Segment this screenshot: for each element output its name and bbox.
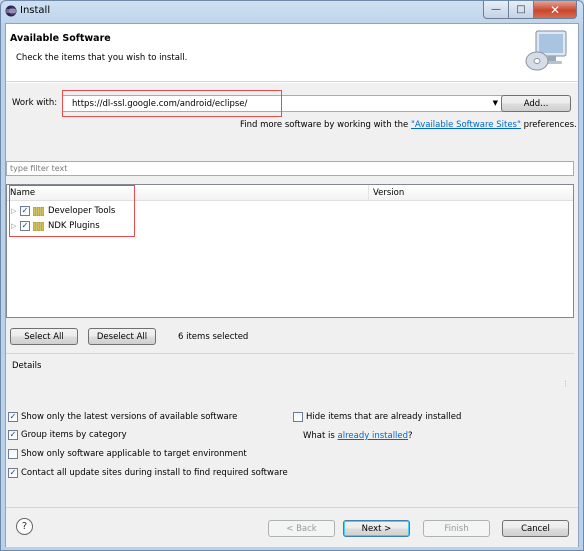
chevron-down-icon[interactable]: ▼ — [493, 99, 498, 107]
expand-icon[interactable]: ▷ — [11, 207, 20, 215]
details-section: Details ⋮ — [6, 353, 574, 389]
deselect-all-button[interactable]: Deselect All — [88, 328, 156, 345]
next-button[interactable]: Next > — [343, 520, 410, 537]
help-icon[interactable]: ? — [16, 518, 33, 535]
what-is-prefix: What is — [303, 431, 338, 441]
column-version[interactable]: Version — [373, 188, 404, 198]
back-button[interactable]: < Back — [268, 520, 335, 537]
add-site-button[interactable]: Add... — [501, 95, 571, 112]
tree-item-label: NDK Plugins — [48, 221, 100, 231]
column-name[interactable]: Name — [10, 188, 35, 198]
maximize-button[interactable]: □ — [509, 1, 534, 19]
category-icon — [33, 221, 44, 231]
find-more-prefix: Find more software by working with the — [240, 120, 411, 130]
what-is-suffix: ? — [408, 431, 413, 441]
option-group-by-category[interactable]: ✓ Group items by category — [8, 430, 127, 440]
window-title: Install — [20, 5, 51, 16]
page-title: Available Software — [10, 33, 111, 44]
checkbox-group-by-category[interactable]: ✓ — [8, 430, 18, 440]
dialog-client: Available Software Check the items that … — [5, 23, 579, 547]
option-label: Hide items that are already installed — [306, 412, 462, 422]
details-label: Details — [12, 361, 42, 371]
find-more-text: Find more software by working with the "… — [240, 120, 577, 130]
page-description: Check the items that you wish to install… — [16, 53, 188, 63]
already-installed-link[interactable]: already installed — [338, 431, 409, 441]
tree-item-developer-tools[interactable]: ▷ ✓ Developer Tools — [11, 204, 115, 218]
work-with-combo[interactable]: https://dl-ssl.google.com/android/eclips… — [62, 95, 503, 112]
available-software-sites-link[interactable]: "Available Software Sites" — [411, 120, 521, 130]
option-label: Contact all update sites during install … — [21, 468, 288, 478]
title-bar[interactable]: Install — □ ✕ — [1, 1, 583, 21]
dialog-footer: ? < Back Next > Finish Cancel — [6, 507, 578, 547]
find-more-suffix: preferences. — [520, 120, 577, 130]
window-controls: — □ ✕ — [483, 1, 577, 19]
what-is-installed-text: What is already installed? — [303, 431, 413, 441]
cancel-button[interactable]: Cancel — [502, 520, 569, 537]
option-label: Show only the latest versions of availab… — [21, 412, 238, 422]
dialog-body: Work with: https://dl-ssl.google.com/and… — [6, 83, 578, 507]
checkbox-ndk-plugins[interactable]: ✓ — [20, 221, 30, 231]
tree-item-label: Developer Tools — [48, 206, 116, 216]
minimize-icon: — — [491, 4, 501, 15]
finish-button[interactable]: Finish — [423, 520, 490, 537]
close-button[interactable]: ✕ — [534, 1, 577, 19]
option-label: Group items by category — [21, 430, 127, 440]
tree-header: Name Version — [7, 185, 573, 201]
install-computer-icon — [525, 30, 567, 71]
work-with-label: Work with: — [12, 98, 58, 108]
option-applicable-only[interactable]: Show only software applicable to target … — [8, 449, 247, 459]
close-icon: ✕ — [549, 2, 561, 17]
maximize-icon: □ — [516, 4, 526, 15]
column-divider[interactable] — [368, 185, 369, 201]
minimize-button[interactable]: — — [483, 1, 509, 19]
software-tree[interactable]: Name Version ▷ ✓ Developer Tools ▷ ✓ NDK… — [6, 184, 574, 318]
eclipse-icon — [5, 5, 17, 17]
tree-item-ndk-plugins[interactable]: ▷ ✓ NDK Plugins — [11, 219, 100, 233]
install-window: Install — □ ✕ Available Software Check t… — [0, 0, 584, 551]
expand-icon[interactable]: ▷ — [11, 222, 20, 230]
option-label: Show only software applicable to target … — [21, 449, 247, 459]
filter-input[interactable]: type filter text — [6, 161, 574, 176]
category-icon — [33, 206, 44, 216]
option-contact-sites[interactable]: ✓ Contact all update sites during instal… — [8, 468, 288, 478]
checkbox-applicable-only[interactable] — [8, 449, 18, 459]
checkbox-latest-versions[interactable]: ✓ — [8, 412, 18, 422]
dialog-header: Available Software Check the items that … — [6, 24, 578, 82]
checkbox-hide-installed[interactable] — [293, 412, 303, 422]
option-latest-versions[interactable]: ✓ Show only the latest versions of avail… — [8, 412, 237, 422]
selection-count: 6 items selected — [178, 332, 249, 342]
checkbox-contact-sites[interactable]: ✓ — [8, 468, 18, 478]
select-all-button[interactable]: Select All — [10, 328, 78, 345]
checkbox-developer-tools[interactable]: ✓ — [20, 206, 30, 216]
scroll-icon[interactable]: ⋮ — [562, 380, 569, 388]
work-with-value: https://dl-ssl.google.com/android/eclips… — [72, 99, 248, 109]
option-hide-installed[interactable]: Hide items that are already installed — [293, 412, 461, 422]
